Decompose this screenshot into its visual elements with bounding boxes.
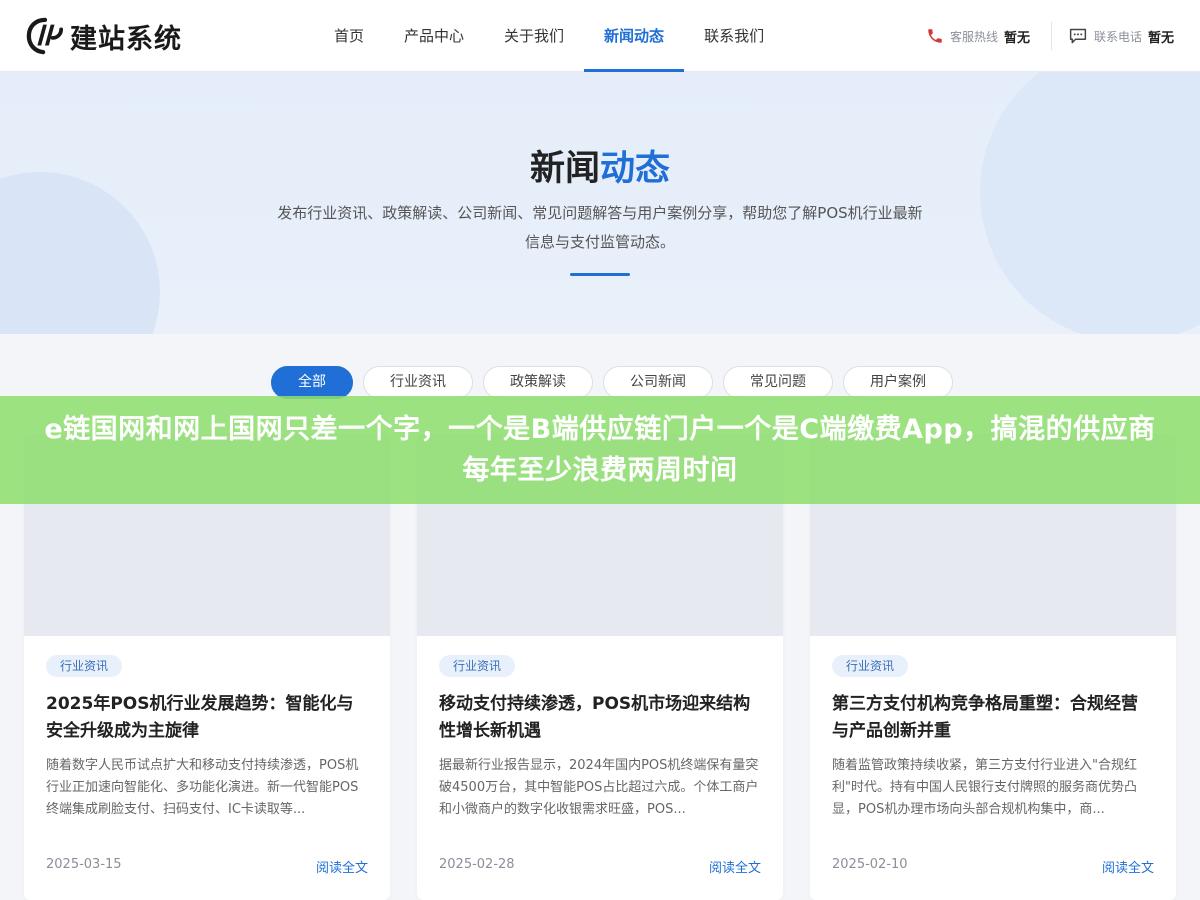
page-description: 发布行业资讯、政策解读、公司新闻、常见问题解答与用户案例分享，帮助您了解POS机…: [277, 204, 923, 251]
nav-about[interactable]: 关于我们: [484, 0, 584, 72]
page-title-highlight: 动态: [600, 149, 671, 189]
nav-news[interactable]: 新闻动态: [584, 0, 685, 72]
card-date: 2025-03-15: [46, 857, 122, 872]
nav-home[interactable]: 首页: [314, 0, 384, 72]
read-more-link[interactable]: 阅读全文: [1102, 857, 1154, 876]
banner-text: e链国网和网上国网只差一个字，一个是B端供应链门户一个是C端缴费App，搞混的供…: [44, 414, 1156, 486]
logo-icon: [26, 17, 64, 55]
read-more-link[interactable]: 阅读全文: [316, 857, 368, 876]
phone-contact: 联系电话 暂无: [1068, 24, 1174, 48]
decor-circle: [0, 172, 160, 334]
card-excerpt: 随着数字人民币试点扩大和移动支付持续渗透，POS机行业正加速向智能化、多功能化演…: [46, 758, 359, 817]
card-tag: 行业资讯: [46, 655, 123, 677]
phone-icon: [928, 29, 942, 43]
site-header: 建站系统 首页 产品中心 关于我们 新闻动态 联系我们 客服热线 暂无 联系电话…: [0, 0, 1200, 72]
hero-section: 新闻动态 发布行业资讯、政策解读、公司新闻、常见问题解答与用户案例分享，帮助您了…: [0, 72, 1200, 334]
filter-all[interactable]: 全部: [271, 366, 353, 399]
hotline-contact: 客服热线 暂无: [926, 24, 1030, 48]
nav-contact[interactable]: 联系我们: [684, 0, 784, 72]
read-more-link[interactable]: 阅读全文: [709, 857, 761, 876]
card-title[interactable]: 第三方支付机构竞争格局重塑：合规经营与产品创新并重: [832, 691, 1154, 745]
card-excerpt: 据最新行业报告显示，2024年国内POS机终端保有量突破4500万台，其中智能P…: [439, 758, 759, 817]
card-date: 2025-02-10: [832, 857, 908, 872]
filter-faq[interactable]: 常见问题: [723, 366, 833, 399]
filter-industry-news[interactable]: 行业资讯: [363, 366, 473, 399]
card-title[interactable]: 2025年POS机行业发展趋势：智能化与安全升级成为主旋律: [46, 691, 368, 745]
phone-label: 联系电话: [1094, 29, 1143, 44]
main-nav: 首页 产品中心 关于我们 新闻动态 联系我们: [314, 0, 784, 72]
phone-value: 暂无: [1148, 30, 1175, 46]
message-icon: [1069, 28, 1087, 44]
logo[interactable]: 建站系统: [26, 16, 182, 56]
decor-circle: [980, 72, 1200, 334]
category-filters: 全部 行业资讯 政策解读 公司新闻 常见问题 用户案例: [271, 366, 953, 399]
divider: [1051, 22, 1052, 50]
card-date: 2025-02-28: [439, 857, 515, 872]
filter-policy[interactable]: 政策解读: [483, 366, 593, 399]
page-title-main: 新闻: [529, 149, 600, 189]
card-excerpt: 随着监管政策持续收紧，第三方支付行业进入"合规红利"时代。持有中国人民银行支付牌…: [832, 758, 1137, 817]
logo-text: 建站系统: [70, 23, 182, 55]
hotline-label: 客服热线: [950, 29, 999, 44]
card-title[interactable]: 移动支付持续渗透，POS机市场迎来结构性增长新机遇: [439, 691, 761, 745]
card-tag: 行业资讯: [439, 655, 516, 677]
overlay-banner: e链国网和网上国网只差一个字，一个是B端供应链门户一个是C端缴费App，搞混的供…: [0, 396, 1200, 504]
title-underline: [570, 273, 630, 276]
card-tag: 行业资讯: [832, 655, 909, 677]
filter-cases[interactable]: 用户案例: [843, 366, 953, 399]
hotline-value: 暂无: [1004, 30, 1031, 46]
page-title: 新闻动态: [0, 140, 1200, 191]
filter-company-news[interactable]: 公司新闻: [603, 366, 713, 399]
nav-products[interactable]: 产品中心: [384, 0, 484, 72]
